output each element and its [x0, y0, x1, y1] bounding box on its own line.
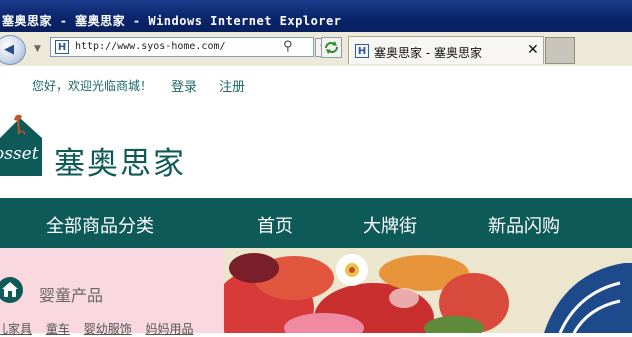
window-title-bar: 塞奥思家 - 塞奥思家 - Windows Internet Explorer — [0, 0, 632, 32]
category-link[interactable]: 妈妈用品 — [146, 322, 194, 336]
window-title: 塞奥思家 - 塞奥思家 - Windows Internet Explorer — [2, 14, 342, 28]
address-bar[interactable]: H http://www.syos-home.com/ ⚲ — [50, 37, 314, 57]
history-dropdown-icon[interactable]: ▼ — [34, 44, 41, 54]
site-top-bar: 您好，欢迎光临商城！ 登录 注册 — [0, 66, 632, 103]
banner-flowers-image — [224, 248, 632, 333]
promo-banner[interactable] — [224, 248, 632, 333]
main-nav: 全部商品分类 首页 大牌街 新品闪购 — [0, 198, 632, 248]
back-arrow-icon: ◀ — [4, 42, 14, 57]
home-category-icon — [0, 277, 23, 303]
refresh-icon — [321, 37, 342, 58]
nav-all-categories[interactable]: 全部商品分类 — [46, 212, 154, 238]
logo-text[interactable]: 塞奥思家 — [54, 138, 186, 183]
search-icon[interactable]: ⚲ — [283, 39, 293, 54]
nav-brand-street[interactable]: 大牌街 — [363, 212, 417, 238]
tab-favicon-icon: H — [355, 44, 369, 58]
category-link[interactable]: 童车 — [46, 322, 70, 336]
category-link[interactable]: 婴幼服饰 — [84, 322, 132, 336]
tab-close-icon[interactable]: ✕ — [527, 42, 539, 58]
nav-home[interactable]: 首页 — [257, 212, 293, 238]
nav-flash-sale[interactable]: 新品闪购 — [488, 212, 560, 238]
back-button[interactable]: ◀ — [0, 35, 26, 65]
category-panel: 婴童产品 儿家具 童车 婴幼服饰 妈妈用品 — [0, 248, 224, 336]
browser-tab[interactable]: H 塞奥思家 - 塞奥思家 ✕ — [348, 36, 544, 64]
login-link[interactable]: 登录 — [171, 76, 197, 95]
register-link[interactable]: 注册 — [219, 76, 245, 95]
category-heading[interactable]: 婴童产品 — [39, 282, 103, 306]
welcome-text: 您好，欢迎光临商城！ — [32, 79, 153, 93]
site-favicon-icon: H — [55, 40, 69, 54]
category-links: 儿家具 童车 婴幼服饰 妈妈用品 — [0, 320, 204, 337]
category-link[interactable]: 儿家具 — [0, 322, 32, 336]
address-url[interactable]: http://www.syos-home.com/ — [75, 41, 226, 52]
white-flower-icon — [336, 254, 368, 286]
new-tab-button[interactable] — [545, 37, 575, 64]
site-header: osset 塞奥思家 — [0, 102, 632, 198]
tab-title: 塞奥思家 - 塞奥思家 — [374, 46, 482, 60]
refresh-button[interactable] — [321, 37, 342, 62]
logo-badge-text: osset — [0, 144, 39, 164]
